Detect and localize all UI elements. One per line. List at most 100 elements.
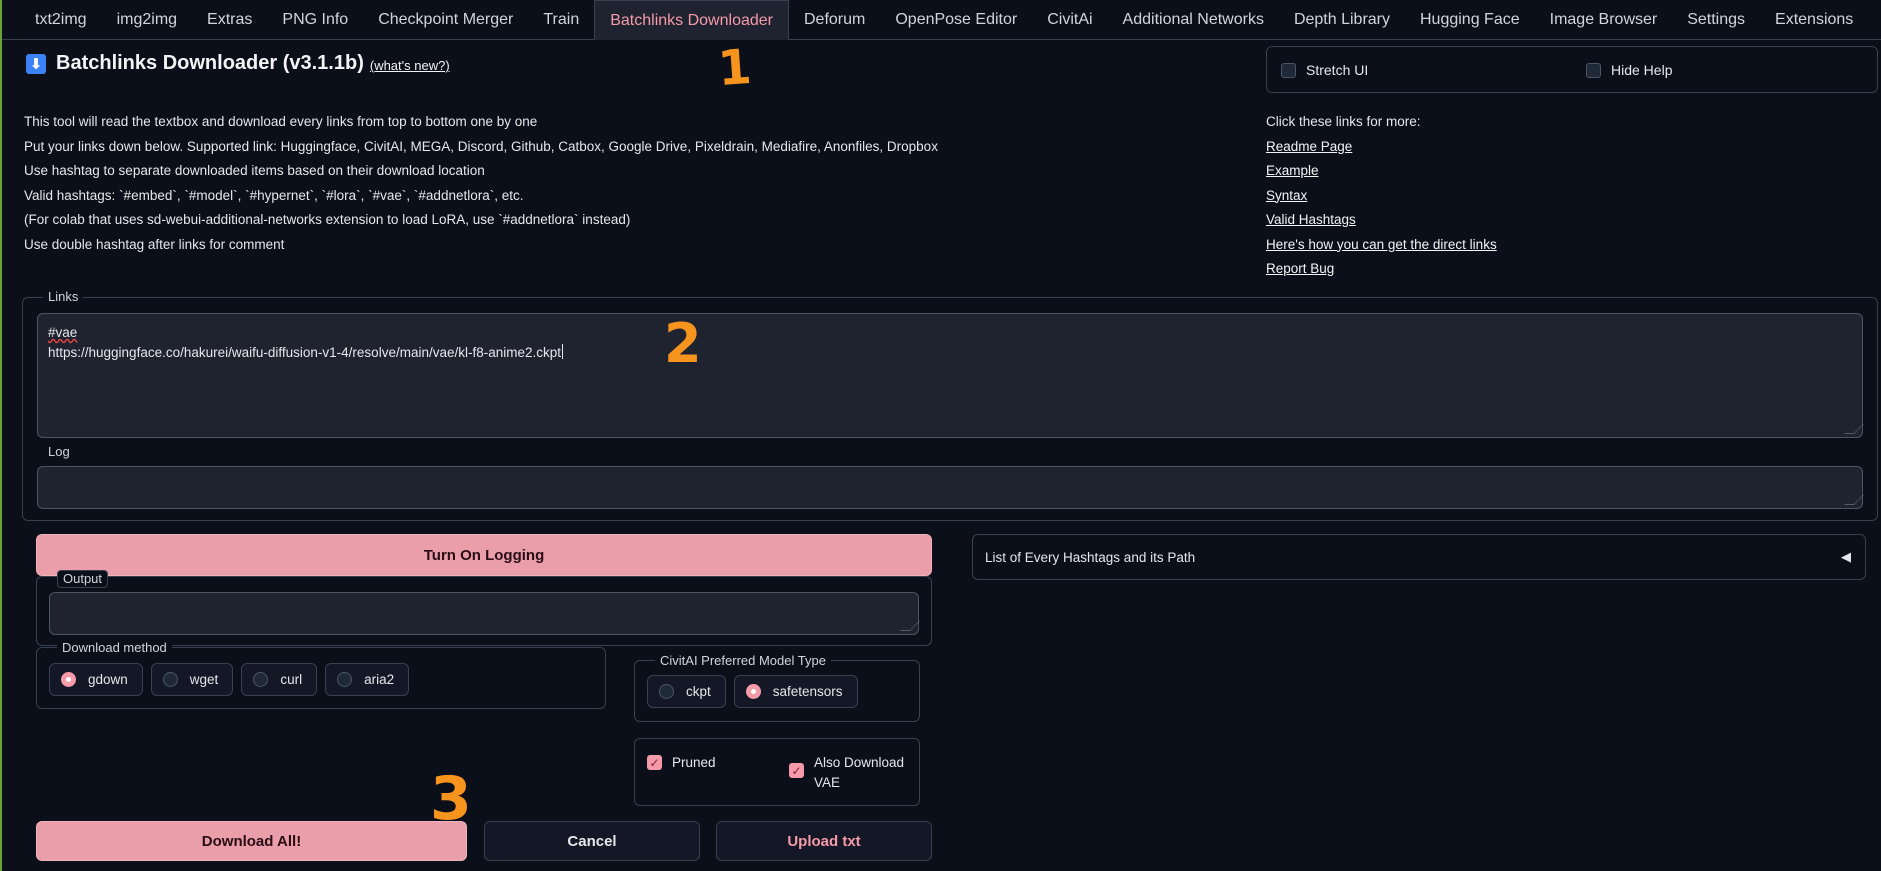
tab-extras[interactable]: Extras	[192, 0, 267, 40]
tab-depth-library[interactable]: Depth Library	[1279, 0, 1405, 40]
cancel-button[interactable]: Cancel	[484, 821, 700, 861]
model-options-group: Pruned Also Download VAE	[634, 738, 920, 806]
download-all-button[interactable]: Download All!	[36, 821, 467, 861]
left-edge-accent	[0, 0, 2, 871]
radio-label: ckpt	[686, 684, 711, 699]
tab-civitai[interactable]: CivitAi	[1032, 0, 1107, 40]
tab-openpose-editor[interactable]: OpenPose Editor	[880, 0, 1032, 40]
output-label: Output	[57, 570, 109, 588]
civitai-model-type-group: CivitAI Preferred Model Type ckpt safete…	[634, 653, 920, 722]
radio-label: aria2	[364, 672, 395, 687]
tab-bar: txt2img img2img Extras PNG Info Checkpoi…	[2, 0, 1881, 40]
pruned-checkbox-item[interactable]: Pruned	[647, 753, 716, 773]
description-line: Use double hashtag after links for comme…	[24, 236, 285, 252]
hide-help-toggle[interactable]: Hide Help	[1586, 62, 1672, 78]
tab-extensions[interactable]: Extensions	[1760, 0, 1868, 40]
civitai-model-type-label: CivitAI Preferred Model Type	[655, 653, 831, 669]
resize-handle-icon[interactable]	[1844, 424, 1864, 434]
tab-checkpoint-merger[interactable]: Checkpoint Merger	[363, 0, 528, 40]
description-line: Put your links down below. Supported lin…	[24, 138, 938, 154]
download-arrow-icon: ⬇	[26, 53, 46, 74]
links-textarea[interactable]: #vae https://huggingface.co/hakurei/waif…	[37, 313, 1864, 438]
report-bug-link[interactable]: Report Bug	[1266, 257, 1497, 282]
radio-empty-icon[interactable]	[253, 672, 269, 687]
radio-label: wget	[189, 672, 219, 687]
page-header: ⬇ Batchlinks Downloader (v3.1.1b) (what'…	[26, 52, 450, 75]
resize-handle-icon[interactable]	[900, 621, 920, 631]
tab-image-browser[interactable]: Image Browser	[1535, 0, 1673, 40]
readme-link[interactable]: Readme Page	[1266, 135, 1497, 160]
tab-batchlinks-downloader[interactable]: Batchlinks Downloader	[594, 0, 789, 40]
links-line-url: https://huggingface.co/hakurei/waifu-dif…	[48, 345, 562, 360]
help-links-intro: Click these links for more:	[1266, 114, 1421, 129]
pruned-label: Pruned	[672, 755, 716, 770]
tab-hugging-face[interactable]: Hugging Face	[1405, 0, 1535, 40]
download-method-options: gdown wget curl aria2	[49, 663, 410, 696]
hashtags-path-accordion[interactable]: List of Every Hashtags and its Path ◀	[972, 534, 1866, 580]
annotation-number-1: 1	[716, 38, 754, 98]
stretch-ui-label: Stretch UI	[1306, 62, 1369, 78]
radio-curl[interactable]: curl	[241, 663, 318, 696]
radio-empty-icon[interactable]	[337, 672, 353, 687]
annotation-number-2: 2	[664, 312, 702, 375]
log-textarea[interactable]	[37, 466, 1864, 509]
links-line-hashtag: #vae	[48, 325, 78, 340]
tab-settings[interactable]: Settings	[1672, 0, 1760, 40]
tab-img2img[interactable]: img2img	[102, 0, 192, 40]
example-link[interactable]: Example	[1266, 159, 1497, 184]
tab-deforum[interactable]: Deforum	[789, 0, 880, 40]
resize-handle-icon[interactable]	[1844, 495, 1864, 505]
upload-txt-button[interactable]: Upload txt	[716, 821, 932, 861]
also-download-vae-checkbox[interactable]	[789, 763, 804, 778]
pruned-checkbox[interactable]	[647, 755, 662, 770]
description-line: Valid hashtags: `#embed`, `#model`, `#hy…	[24, 187, 524, 203]
text-caret	[562, 344, 564, 359]
radio-aria2[interactable]: aria2	[325, 663, 410, 696]
radio-empty-icon[interactable]	[162, 672, 178, 687]
triangle-left-icon[interactable]: ◀	[1841, 549, 1851, 565]
radio-label: gdown	[88, 672, 128, 687]
stretch-ui-toggle[interactable]: Stretch UI	[1281, 62, 1368, 78]
help-links-panel: Click these links for more: Readme Page …	[1266, 110, 1497, 282]
tab-png-info[interactable]: PNG Info	[267, 0, 363, 40]
also-download-vae-item[interactable]: Also Download VAE	[789, 753, 904, 793]
output-textarea[interactable]	[49, 592, 920, 635]
direct-links-guide-link[interactable]: Here's how you can get the direct links	[1266, 233, 1497, 258]
radio-label: curl	[280, 672, 303, 687]
civitai-model-type-options: ckpt safetensors	[647, 675, 858, 708]
download-method-label: Download method	[57, 640, 172, 656]
radio-selected-icon[interactable]	[745, 684, 761, 699]
radio-ckpt[interactable]: ckpt	[647, 675, 726, 708]
tab-train[interactable]: Train	[528, 0, 594, 40]
radio-label: safetensors	[772, 684, 843, 699]
download-method-group: Download method gdown wget curl aria2	[36, 640, 606, 709]
tab-txt2img[interactable]: txt2img	[20, 0, 102, 40]
syntax-link[interactable]: Syntax	[1266, 184, 1497, 209]
page-title: Batchlinks Downloader (v3.1.1b)	[56, 52, 364, 74]
radio-empty-icon[interactable]	[659, 684, 674, 699]
turn-on-logging-button[interactable]: Turn On Logging	[36, 534, 932, 576]
radio-safetensors[interactable]: safetensors	[733, 675, 858, 708]
stretch-ui-checkbox[interactable]	[1281, 62, 1296, 78]
display-options-box: Stretch UI Hide Help	[1266, 46, 1878, 93]
annotation-number-3: 3	[430, 764, 472, 834]
description-line: Use hashtag to separate downloaded items…	[24, 163, 485, 178]
hide-help-label: Hide Help	[1611, 62, 1673, 78]
valid-hashtags-link[interactable]: Valid Hashtags	[1266, 208, 1497, 233]
output-group: Output	[36, 570, 932, 646]
tab-additional-networks[interactable]: Additional Networks	[1108, 0, 1279, 40]
radio-gdown[interactable]: gdown	[49, 663, 143, 696]
radio-selected-icon[interactable]	[61, 672, 76, 687]
links-label: Links	[43, 289, 84, 305]
description-text: This tool will read the textbox and down…	[24, 110, 1224, 257]
whats-new-link[interactable]: (what's new?)	[370, 58, 450, 73]
vae-label-line1: Also Download	[814, 755, 905, 770]
accordion-label: List of Every Hashtags and its Path	[985, 549, 1196, 565]
radio-wget[interactable]: wget	[150, 663, 234, 696]
description-line: This tool will read the textbox and down…	[24, 114, 538, 129]
hide-help-checkbox[interactable]	[1586, 62, 1601, 78]
log-label: Log	[43, 444, 75, 460]
links-log-group: Links #vae https://huggingface.co/hakure…	[22, 289, 1878, 521]
vae-label-line2: VAE	[814, 775, 841, 790]
description-line: (For colab that uses sd-webui-additional…	[24, 212, 631, 227]
